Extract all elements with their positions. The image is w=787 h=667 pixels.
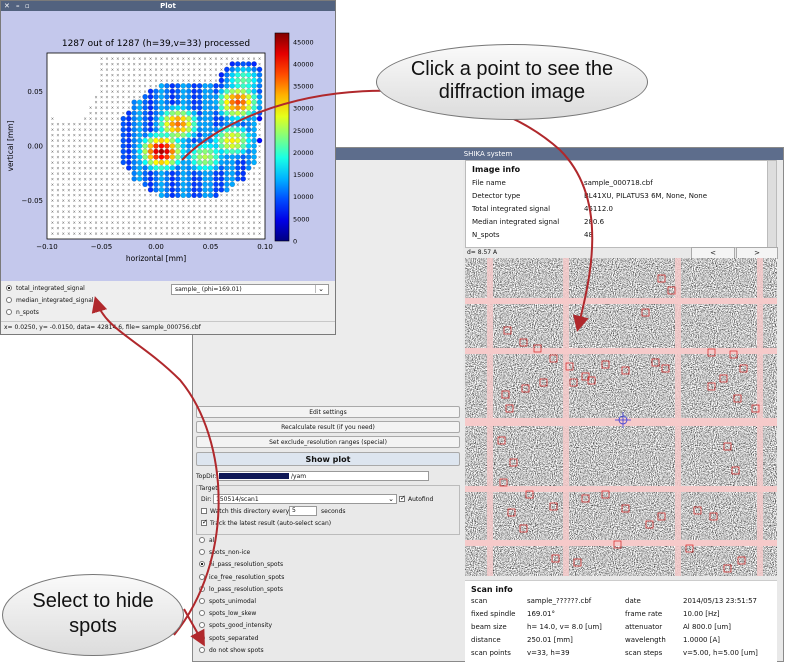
- callout-select-hide-text: Select to hide spots: [32, 590, 154, 637]
- callout-click-point-text: Click a point to see the diffraction ima…: [410, 58, 614, 103]
- arrow-to-hide-option: [183, 608, 205, 647]
- arrow-to-diffraction: [181, 89, 594, 332]
- callout-select-hide: Select to hide spots: [2, 574, 184, 656]
- callout-click-point: Click a point to see the diffraction ima…: [376, 44, 648, 120]
